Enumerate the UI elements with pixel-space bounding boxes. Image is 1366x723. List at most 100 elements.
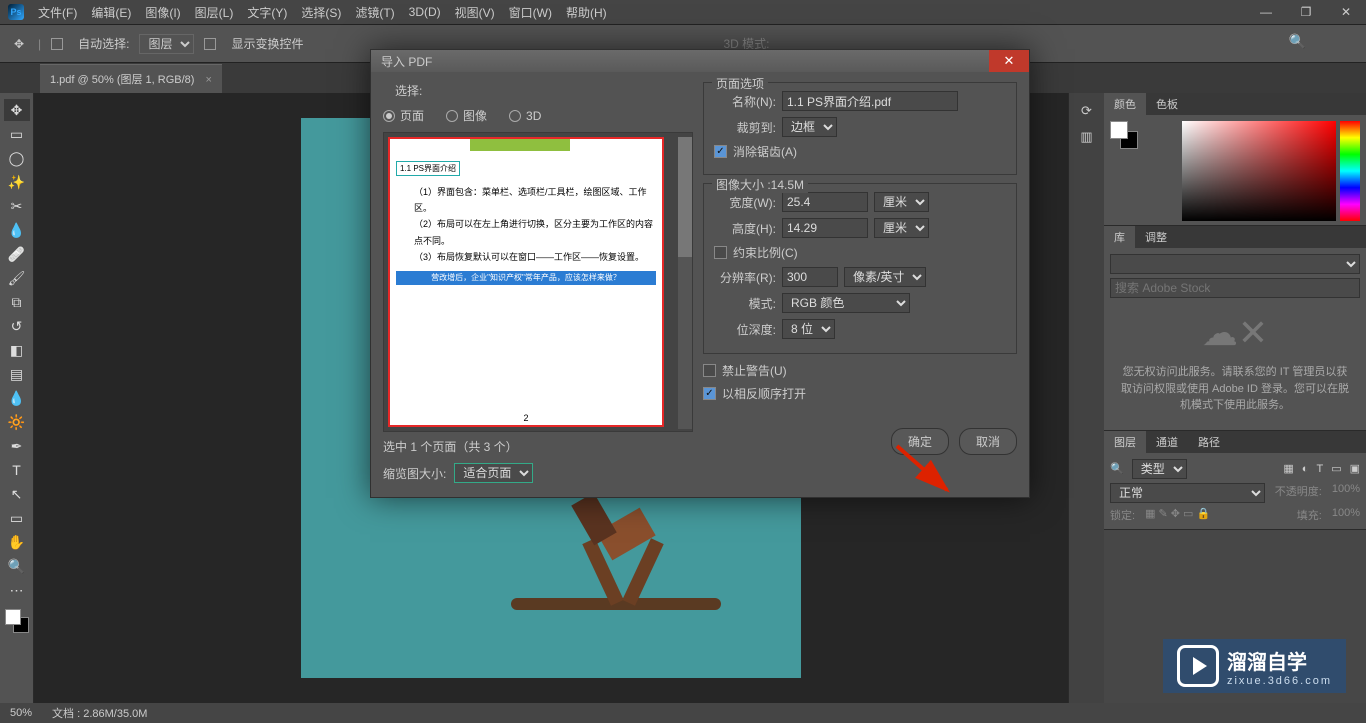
- constrain-checkbox[interactable]: [714, 246, 727, 259]
- res-input[interactable]: [782, 267, 838, 287]
- auto-select-checkbox[interactable]: [51, 38, 63, 50]
- menu-edit[interactable]: 编辑(E): [91, 4, 131, 21]
- blend-mode[interactable]: 正常: [1110, 483, 1265, 503]
- filter-smart-icon[interactable]: ▣: [1350, 462, 1360, 475]
- dialog-titlebar[interactable]: 导入 PDF ✕: [371, 50, 1029, 72]
- thumb-scrollbar[interactable]: [678, 137, 692, 429]
- gradient-tool[interactable]: ▤: [4, 363, 30, 385]
- properties-icon[interactable]: ▥: [1080, 129, 1092, 145]
- ok-button[interactable]: 确定: [891, 428, 949, 455]
- panel-swatch[interactable]: [1110, 121, 1138, 149]
- filter-kind-icon[interactable]: 🔍: [1110, 462, 1124, 475]
- radio-image[interactable]: 图像: [446, 107, 487, 124]
- libraries-panel: 库 调整 ☁✕ 您无权访问此服务。请联系您的 IT 管理员以获取访问权限或使用 …: [1104, 226, 1366, 431]
- hue-slider[interactable]: [1340, 121, 1360, 221]
- crop-select[interactable]: 边框: [782, 117, 837, 137]
- history-icon[interactable]: ⟳: [1081, 103, 1092, 119]
- hand-tool[interactable]: ✋: [4, 531, 30, 553]
- document-tab[interactable]: 1.pdf @ 50% (图层 1, RGB/8) ×: [40, 64, 222, 93]
- auto-select-target[interactable]: 图层: [139, 34, 194, 54]
- thumbnail-page[interactable]: 1.1 PS界面介绍 （1）界面包含：菜单栏、选项栏/工具栏，绘图区域、工作区。…: [388, 137, 664, 427]
- filter-adjust-icon[interactable]: ◐: [1302, 463, 1309, 475]
- menu-help[interactable]: 帮助(H): [566, 4, 607, 21]
- move-tool[interactable]: ✥: [4, 99, 30, 121]
- fill-value[interactable]: 100%: [1332, 507, 1360, 523]
- close-button[interactable]: ✕: [1326, 5, 1366, 19]
- width-unit[interactable]: 厘米: [874, 192, 929, 212]
- lock-icons[interactable]: ▦ ✎ ✥ ▭ 🔒: [1145, 507, 1210, 523]
- dodge-tool[interactable]: 🔆: [4, 411, 30, 433]
- show-transform-checkbox[interactable]: [204, 38, 216, 50]
- minimize-button[interactable]: ―: [1246, 5, 1286, 19]
- marquee-tool[interactable]: ▭: [4, 123, 30, 145]
- reverse-label: 以相反顺序打开: [722, 385, 806, 402]
- color-picker[interactable]: [1182, 121, 1336, 221]
- cancel-button[interactable]: 取消: [959, 428, 1017, 455]
- rectangle-tool[interactable]: ▭: [4, 507, 30, 529]
- type-tool[interactable]: T: [4, 459, 30, 481]
- foreground-color[interactable]: [5, 609, 21, 625]
- library-search[interactable]: [1110, 278, 1360, 298]
- filter-shape-icon[interactable]: ▭: [1331, 462, 1341, 475]
- zoom-level[interactable]: 50%: [10, 707, 32, 719]
- reverse-checkbox[interactable]: [703, 387, 716, 400]
- radio-page[interactable]: 页面: [383, 107, 424, 124]
- dialog-close-button[interactable]: ✕: [989, 50, 1029, 72]
- tab-channels[interactable]: 通道: [1146, 431, 1188, 453]
- history-brush-tool[interactable]: ↺: [4, 315, 30, 337]
- magic-wand-tool[interactable]: ✨: [4, 171, 30, 193]
- crop-label: 裁剪到:: [714, 119, 776, 136]
- doc-size[interactable]: 文档 : 2.86M/35.0M: [52, 705, 147, 721]
- edit-toolbar[interactable]: ⋯: [4, 579, 30, 601]
- thumbnail-list[interactable]: 1.1 PS界面介绍 （1）界面包含：菜单栏、选项栏/工具栏，绘图区域、工作区。…: [383, 132, 693, 432]
- name-input[interactable]: [782, 91, 958, 111]
- library-select[interactable]: [1110, 254, 1360, 274]
- lasso-tool[interactable]: ◯: [4, 147, 30, 169]
- radio-3d[interactable]: 3D: [509, 107, 541, 124]
- path-selection-tool[interactable]: ↖: [4, 483, 30, 505]
- brush-tool[interactable]: 🖌: [4, 267, 30, 289]
- opacity-value[interactable]: 100%: [1332, 483, 1360, 503]
- pen-tool[interactable]: ✒: [4, 435, 30, 457]
- res-unit[interactable]: 像素/英寸: [844, 267, 926, 287]
- filter-pixel-icon[interactable]: ▦: [1283, 462, 1293, 475]
- menu-window[interactable]: 窗口(W): [509, 4, 552, 21]
- doc-tab-close[interactable]: ×: [206, 74, 212, 86]
- antialias-checkbox[interactable]: [714, 145, 727, 158]
- filter-type-icon[interactable]: T: [1316, 463, 1323, 475]
- tab-libraries[interactable]: 库: [1104, 226, 1135, 248]
- menu-layer[interactable]: 图层(L): [195, 4, 234, 21]
- tab-paths[interactable]: 路径: [1188, 431, 1230, 453]
- tab-swatches[interactable]: 色板: [1146, 93, 1188, 115]
- blur-tool[interactable]: 💧: [4, 387, 30, 409]
- search-icon[interactable]: 🔍: [1289, 33, 1306, 50]
- tab-color[interactable]: 颜色: [1104, 93, 1146, 115]
- mode-select[interactable]: RGB 颜色: [782, 293, 910, 313]
- menu-type[interactable]: 文字(Y): [247, 4, 287, 21]
- opacity-label: 不透明度:: [1275, 483, 1322, 503]
- width-input[interactable]: [782, 192, 868, 212]
- crop-tool[interactable]: ✂: [4, 195, 30, 217]
- depth-select[interactable]: 8 位: [782, 319, 835, 339]
- filter-kind[interactable]: 类型: [1132, 459, 1187, 479]
- menu-3d[interactable]: 3D(D): [409, 5, 441, 19]
- menu-select[interactable]: 选择(S): [301, 4, 341, 21]
- stamp-tool[interactable]: ⧉: [4, 291, 30, 313]
- eraser-tool[interactable]: ◧: [4, 339, 30, 361]
- tab-layers[interactable]: 图层: [1104, 431, 1146, 453]
- color-swatch[interactable]: [5, 609, 29, 633]
- thumb-size-select[interactable]: 适合页面: [454, 463, 533, 483]
- tab-adjustments[interactable]: 调整: [1135, 226, 1177, 248]
- menu-image[interactable]: 图像(I): [145, 4, 180, 21]
- healing-tool[interactable]: 🩹: [4, 243, 30, 265]
- eyedropper-tool[interactable]: 💧: [4, 219, 30, 241]
- antialias-label: 消除锯齿(A): [733, 143, 797, 160]
- height-unit[interactable]: 厘米: [874, 218, 929, 238]
- menu-file[interactable]: 文件(F): [38, 4, 77, 21]
- menu-view[interactable]: 视图(V): [455, 4, 495, 21]
- zoom-tool[interactable]: 🔍: [4, 555, 30, 577]
- suppress-checkbox[interactable]: [703, 364, 716, 377]
- maximize-button[interactable]: ❐: [1286, 5, 1326, 19]
- menu-filter[interactable]: 滤镜(T): [355, 4, 394, 21]
- height-input[interactable]: [782, 218, 868, 238]
